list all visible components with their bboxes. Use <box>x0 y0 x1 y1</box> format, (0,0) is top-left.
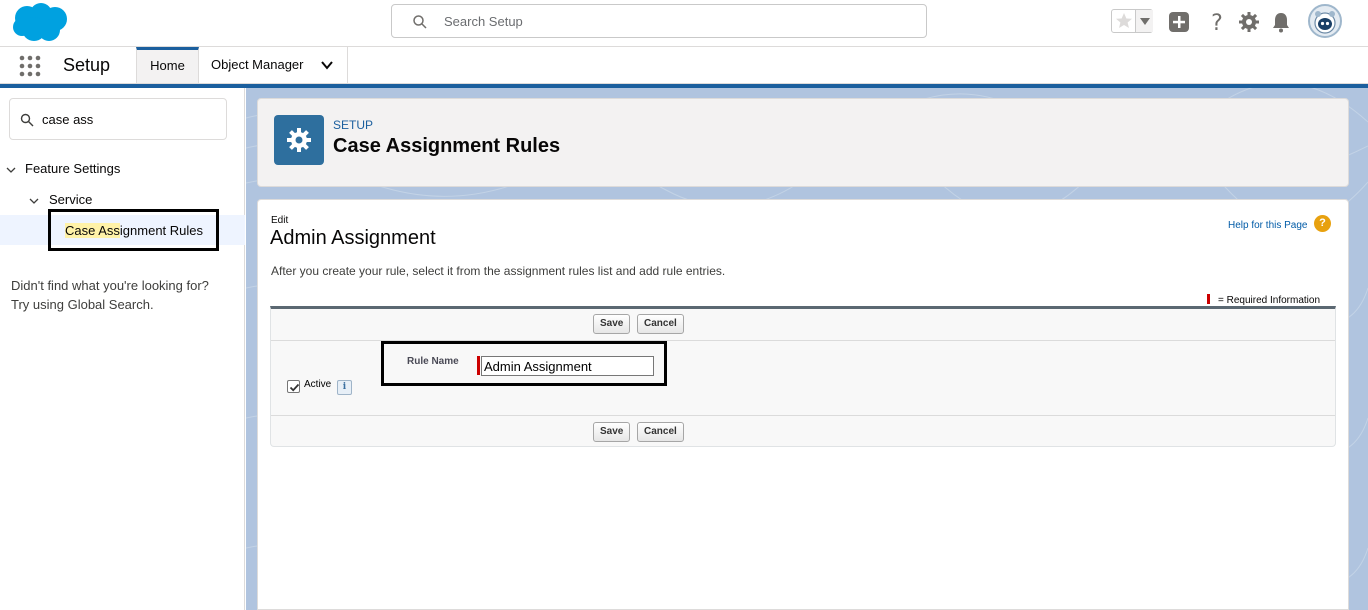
active-label: Active <box>304 379 332 390</box>
quick-find-input[interactable]: case ass <box>9 98 227 140</box>
search-placeholder: Search Setup <box>444 14 523 29</box>
global-actions-add-icon[interactable] <box>1167 10 1191 34</box>
caret-down-icon <box>1140 18 1150 25</box>
tab-object-manager[interactable]: Object Manager <box>199 47 348 83</box>
page-header: SETUP Case Assignment Rules <box>257 98 1349 187</box>
help-for-this-page-link[interactable]: Help for this Page <box>1228 220 1308 231</box>
annotation-highlight-box <box>381 341 667 386</box>
not-found-line-1: Didn't find what you're looking for? <box>11 278 209 293</box>
salesforce-logo[interactable] <box>10 2 70 44</box>
user-avatar[interactable] <box>1308 4 1342 38</box>
global-header: Search Setup ? <box>0 0 1368 47</box>
favorites-button[interactable] <box>1111 9 1153 33</box>
checkmark-icon <box>289 383 300 392</box>
search-icon <box>413 15 427 29</box>
app-navigation-bar: Setup Home Object Manager <box>0 47 1368 84</box>
tab-home[interactable]: Home <box>136 47 199 83</box>
top-button-row: Save Cancel <box>271 309 1335 341</box>
info-icon[interactable]: i <box>337 380 352 395</box>
save-button-top[interactable]: Save <box>593 314 631 334</box>
cancel-button-top[interactable]: Cancel <box>637 314 684 334</box>
tree-item-feature-settings[interactable]: Feature Settings <box>25 161 120 176</box>
not-found-line-2: Try using Global Search. <box>11 297 154 312</box>
required-marker-icon <box>1207 294 1210 304</box>
chevron-down-icon[interactable] <box>5 164 17 176</box>
help-icon[interactable]: ? <box>1205 10 1229 34</box>
notification-bell-icon[interactable] <box>1269 10 1293 34</box>
gear-icon <box>287 128 311 152</box>
required-information-legend: = Required Information <box>1207 294 1320 306</box>
edit-label: Edit <box>271 215 289 226</box>
active-checkbox[interactable] <box>287 380 300 393</box>
search-icon <box>20 113 34 127</box>
intro-text: After you create your rule, select it fr… <box>271 264 726 278</box>
cancel-button-bottom[interactable]: Cancel <box>637 422 684 442</box>
bottom-button-row: Save Cancel <box>271 415 1335 447</box>
svg-text:?: ? <box>1211 11 1223 34</box>
not-found-message: Didn't find what you're looking for? Try… <box>11 276 241 314</box>
tab-object-manager-label: Object Manager <box>211 57 304 72</box>
rule-title: Admin Assignment <box>270 227 436 249</box>
help-question-icon[interactable]: ? <box>1314 215 1331 232</box>
required-information-text: = Required Information <box>1218 295 1321 306</box>
annotation-highlight-box <box>48 209 219 251</box>
page-title: Case Assignment Rules <box>333 135 561 157</box>
page-eyebrow: SETUP <box>333 118 374 132</box>
astro-avatar-icon <box>1314 11 1336 34</box>
save-button-bottom[interactable]: Save <box>593 422 631 442</box>
rule-edit-form: Save Cancel Rule Name Active i Save Canc… <box>270 306 1336 447</box>
setup-sidebar: case ass Feature Settings Service Case A… <box>0 88 245 610</box>
tab-home-label: Home <box>150 58 185 73</box>
chevron-down-icon[interactable] <box>28 195 40 207</box>
chevron-down-icon[interactable] <box>319 57 335 73</box>
favorites-dropdown[interactable] <box>1135 10 1153 32</box>
gear-icon[interactable] <box>1237 10 1261 34</box>
setup-gear-icon <box>274 115 324 165</box>
app-launcher-icon[interactable] <box>18 54 42 78</box>
tree-item-service[interactable]: Service <box>49 192 92 207</box>
app-name: Setup <box>63 55 111 75</box>
star-icon <box>1116 13 1132 28</box>
global-search-box[interactable]: Search Setup <box>391 4 927 38</box>
edit-rule-panel: Edit Admin Assignment Help for this Page… <box>257 199 1349 610</box>
quick-find-value: case ass <box>42 112 94 127</box>
